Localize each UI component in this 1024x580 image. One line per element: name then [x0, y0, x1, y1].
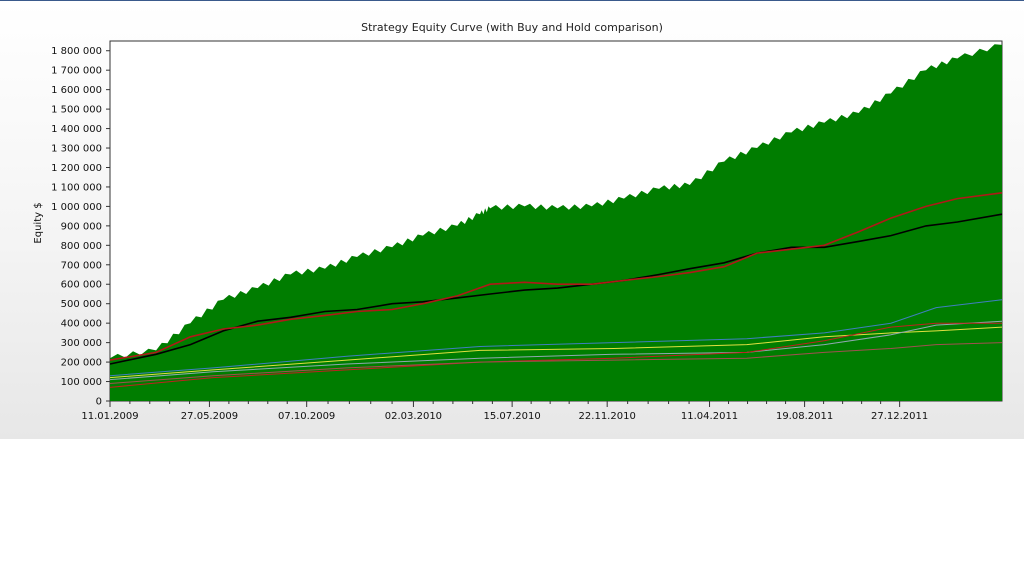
x-tick-label: 27.12.2011 [871, 411, 928, 422]
y-tick-label: 0 [96, 397, 102, 408]
y-tick-label: 900 000 [61, 221, 102, 232]
x-tick-label: 07.10.2009 [278, 411, 335, 422]
y-tick-label: 1 200 000 [51, 163, 102, 174]
y-tick-label: 300 000 [61, 338, 102, 349]
y-tick-label: 200 000 [61, 358, 102, 369]
x-tick-label: 22.11.2010 [579, 411, 636, 422]
equity-chart: 0 100 000 200 000 300 000 400 000 500 000 600 … [33, 40, 1003, 422]
y-tick-label: 1 000 000 [51, 202, 102, 213]
y-tick-label: 1 100 000 [51, 182, 102, 193]
y-tick-label: 400 000 [61, 319, 102, 330]
y-tick-label: 100 000 [61, 377, 102, 388]
x-tick-label: 02.03.2010 [385, 411, 442, 422]
y-tick-label: 500 000 [61, 299, 102, 310]
x-tick-label: 27.05.2009 [181, 411, 238, 422]
x-tick-label: 11.01.2009 [81, 411, 138, 422]
y-tick-label: 1 700 000 [51, 66, 102, 77]
y-tick-label: 800 000 [61, 241, 102, 252]
y-tick-label: 1 500 000 [51, 105, 102, 116]
y-tick-label: 1 400 000 [51, 124, 102, 135]
x-tick-label: 11.04.2011 [681, 411, 738, 422]
x-tick-label: 15.07.2010 [483, 411, 540, 422]
y-tick-label: 1 300 000 [51, 144, 102, 155]
y-tick-label: 1 800 000 [51, 46, 102, 57]
x-axis: 11.01.2009 27.05.2009 07.10.2009 02.03.2010… [81, 401, 928, 422]
y-axis: 0 100 000 200 000 300 000 400 000 500 000 600 … [51, 46, 110, 408]
x-tick-label: 19.08.2011 [776, 411, 833, 422]
y-tick-label: 600 000 [61, 280, 102, 291]
y-tick-label: 700 000 [61, 260, 102, 271]
y-tick-label: 1 600 000 [51, 85, 102, 96]
chart-panel: Strategy Equity Curve (with Buy and Hold… [0, 0, 1024, 439]
y-axis-title: Equity $ [33, 202, 44, 243]
